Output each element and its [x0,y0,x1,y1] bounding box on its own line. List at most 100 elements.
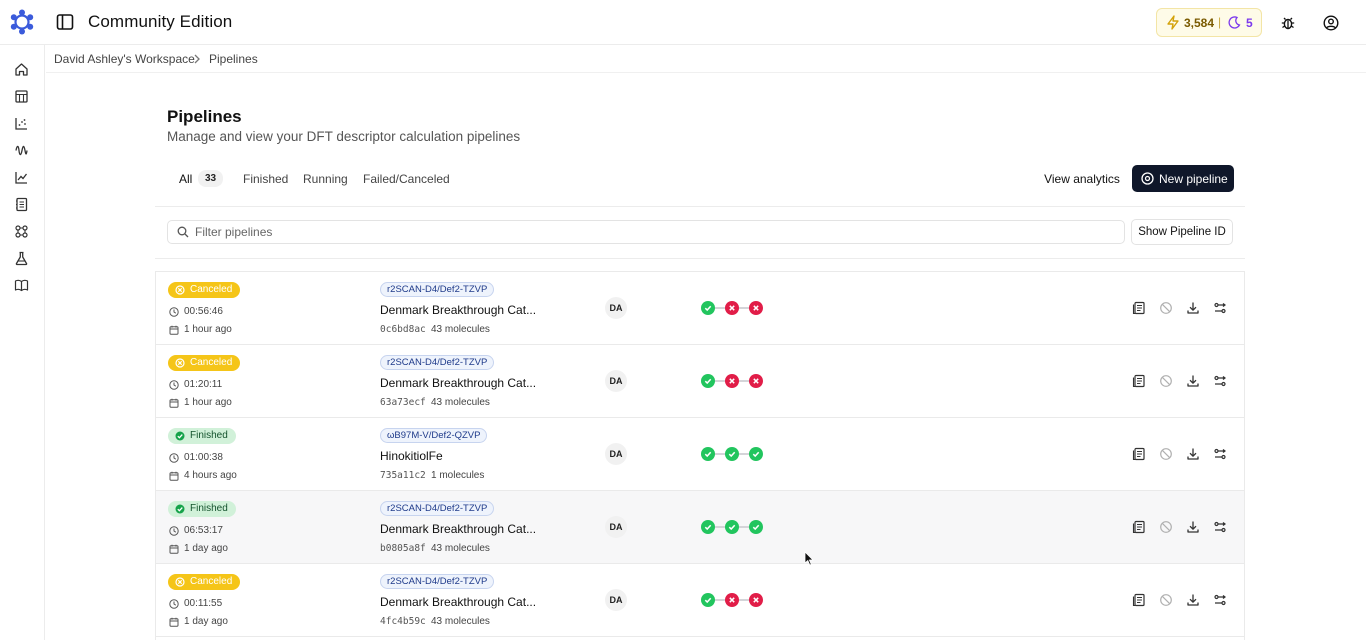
cancel-icon [1159,594,1173,611]
show-pipeline-id-button[interactable]: Show Pipeline ID [1131,219,1233,245]
download-icon [1186,448,1200,465]
new-pipeline-button[interactable]: New pipeline [1132,165,1234,192]
tab-all[interactable]: All [179,172,192,186]
tab-all-count: 33 [198,170,224,187]
pipeline-name[interactable]: HinokitiolFe [380,449,443,463]
tab-failed-canceled[interactable]: Failed/Canceled [363,172,450,186]
sidebar [0,45,45,640]
book-icon[interactable] [14,278,29,293]
sidebar-toggle-icon[interactable] [56,13,74,31]
flask-icon[interactable] [14,251,29,266]
table-row[interactable]: Finished 06:53:17 1 day ago r2SCAN-D4/Def2-… [156,491,1244,564]
view-details-button[interactable] [1132,447,1146,461]
download-button[interactable] [1186,374,1200,388]
status-label: Finished [190,430,228,441]
line-chart-icon[interactable] [14,170,29,185]
pipelines-table: Canceled 00:56:46 1 hour ago r2SCAN-D4/Def2… [155,271,1245,640]
view-details-button[interactable] [1132,593,1146,607]
method-badge: r2SCAN-D4/Def2-TZVP [380,501,495,516]
waveform-icon[interactable] [14,143,29,158]
pipeline-steps [701,301,765,315]
tab-running[interactable]: Running [303,172,348,186]
view-details-button[interactable] [1132,301,1146,315]
notebook-icon[interactable] [14,197,29,212]
molecule-count: 43 molecules [431,616,490,627]
pipeline-name[interactable]: Denmark Breakthrough Cat... [380,376,536,390]
step-success-icon [749,447,763,461]
cancel-icon [1159,302,1173,319]
pipeline-steps [701,593,765,607]
cancel-pipeline-button[interactable] [1159,447,1173,461]
avatar: DA [605,370,627,392]
user-menu-button[interactable] [1316,10,1346,36]
logo-icon[interactable] [9,9,35,35]
created-at-value: 4 hours ago [184,470,237,481]
table-row[interactable]: Canceled 00:11:55 1 day ago r2SCAN-D4/Def2-… [156,564,1244,637]
credits-badge[interactable]: 3,584 | 5 [1156,8,1262,37]
pipeline-id: 735a11c2 [380,470,426,481]
status-badge: Finished [168,501,236,517]
filter-field[interactable] [167,220,1125,244]
home-icon[interactable] [14,62,29,77]
view-analytics-button[interactable]: View analytics [1040,166,1124,192]
cancel-icon [1159,448,1173,465]
bug-report-button[interactable] [1273,10,1303,36]
compare-button[interactable] [1213,447,1227,461]
view-details-icon [1132,593,1146,611]
step-failed-icon [725,301,739,315]
table-row[interactable]: Canceled 00:56:46 1 hour ago r2SCAN-D4/Def2… [156,272,1244,345]
step-success-icon [701,520,715,534]
molecule-icon[interactable] [14,224,29,239]
compare-button[interactable] [1213,520,1227,534]
created-at-value: 1 day ago [184,616,228,627]
top-bar: Community Edition 3,584 | 5 [0,0,1366,45]
avatar: DA [605,516,627,538]
step-failed-icon [749,301,763,315]
cancel-pipeline-button[interactable] [1159,374,1173,388]
compare-button[interactable] [1213,301,1227,315]
compare-icon [1213,302,1227,319]
compare-button[interactable] [1213,593,1227,607]
status-label: Finished [190,503,228,514]
page-subtitle: Manage and view your DFT descriptor calc… [167,129,521,144]
table-icon[interactable] [14,89,29,104]
method-badge: r2SCAN-D4/Def2-TZVP [380,574,495,589]
method-badge: r2SCAN-D4/Def2-TZVP [380,355,495,370]
download-button[interactable] [1186,520,1200,534]
step-failed-icon [749,593,763,607]
page-title: Pipelines [167,107,242,126]
cancel-pipeline-button[interactable] [1159,520,1173,534]
pipeline-name[interactable]: Denmark Breakthrough Cat... [380,303,536,317]
table-row[interactable]: Finished 01:00:38 4 hours ago ωB97M-V/Def2-… [156,418,1244,491]
molecule-count: 1 molecules [431,470,485,481]
pipeline-steps [701,374,765,388]
compare-button[interactable] [1213,374,1227,388]
cancel-icon [1159,375,1173,392]
molecule-count: 43 molecules [431,543,490,554]
cancel-pipeline-button[interactable] [1159,593,1173,607]
compare-icon [1213,375,1227,392]
tab-finished[interactable]: Finished [243,172,288,186]
cancel-pipeline-button[interactable] [1159,301,1173,315]
app-title: Community Edition [88,12,233,31]
download-button[interactable] [1186,301,1200,315]
chart-scatter-icon[interactable] [14,116,29,131]
table-row[interactable]: Canceled 01:20:11 1 hour ago r2SCAN-D4/Def2… [156,345,1244,418]
created-at-value: 1 hour ago [184,397,232,408]
view-details-button[interactable] [1132,520,1146,534]
divider [155,258,1245,259]
download-button[interactable] [1186,593,1200,607]
download-button[interactable] [1186,447,1200,461]
step-success-icon [749,520,763,534]
filter-input[interactable] [195,223,1115,241]
view-details-button[interactable] [1132,374,1146,388]
pipeline-name[interactable]: Denmark Breakthrough Cat... [380,595,536,609]
breadcrumb-workspace[interactable]: David Ashley's Workspace [54,52,195,66]
step-success-icon [701,447,715,461]
compare-icon [1213,448,1227,465]
created-at-value: 1 hour ago [184,324,232,335]
chevron-right-icon [194,54,200,64]
credits-count: 3,584 [1184,16,1215,30]
pipeline-name[interactable]: Denmark Breakthrough Cat... [380,522,536,536]
step-success-icon [725,447,739,461]
